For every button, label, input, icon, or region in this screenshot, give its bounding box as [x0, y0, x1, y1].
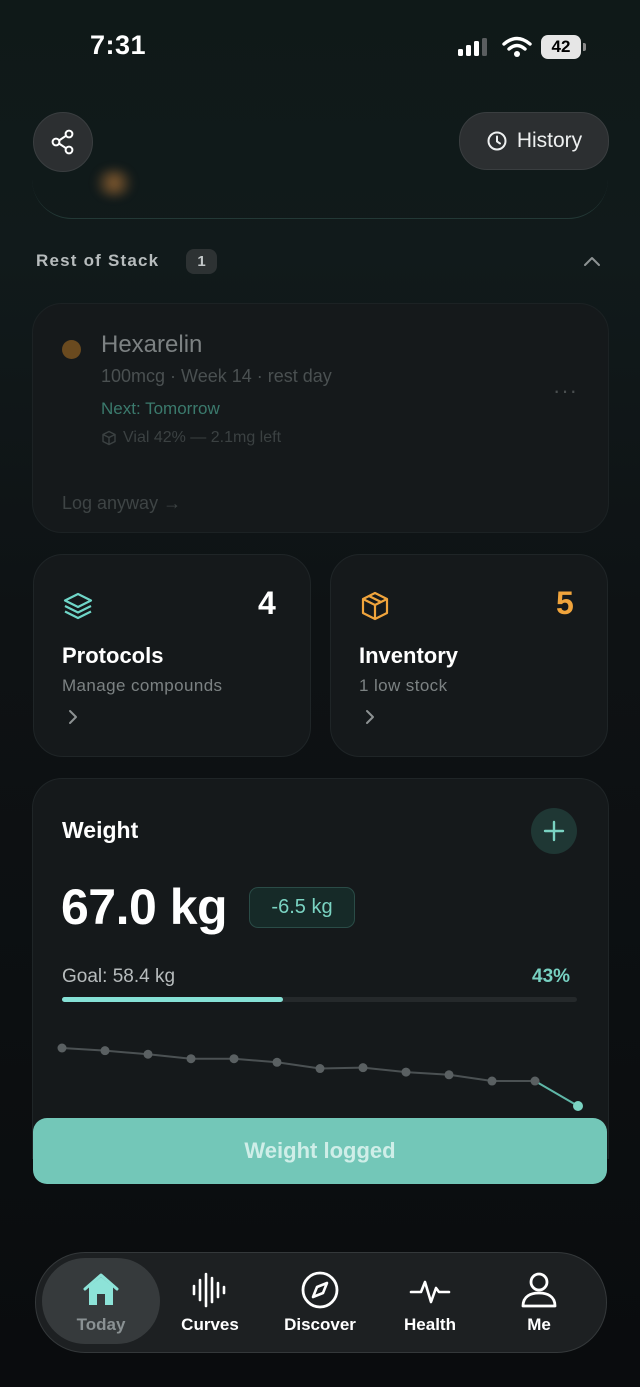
compass-icon	[301, 1271, 339, 1309]
add-weight-button[interactable]	[531, 808, 577, 854]
more-options-button[interactable]: ···	[553, 378, 578, 404]
sparkline-segment	[405, 1071, 450, 1076]
sparkline-point	[57, 1043, 67, 1053]
sparkline-point	[229, 1054, 239, 1064]
tab-label: Health	[404, 1315, 456, 1334]
package-icon	[361, 591, 389, 621]
share-icon	[51, 129, 74, 155]
next-dose: Next: Tomorrow	[101, 399, 220, 418]
tab-label: Today	[76, 1315, 126, 1334]
weight-title: Weight	[62, 817, 139, 843]
inventory-count: 5	[556, 585, 574, 621]
tab-label: Me	[527, 1315, 551, 1334]
protocols-title: Protocols	[62, 643, 164, 668]
vial-text: Vial 42% — 2.1mg left	[123, 429, 282, 446]
sparkline-segment	[362, 1066, 407, 1074]
compound-details: 100mcg · Week 14 · rest day	[101, 366, 332, 386]
weight-delta-badge: -6.5 kg	[249, 887, 355, 928]
chevron-right-icon	[366, 710, 374, 724]
sparkline-segment	[276, 1061, 321, 1070]
tab-curves[interactable]: Curves	[151, 1258, 269, 1344]
history-button[interactable]: History	[459, 112, 609, 170]
rest-of-stack-title: Rest of Stack	[36, 251, 160, 270]
weight-logged-button[interactable]: Weight logged	[33, 1118, 607, 1184]
sparkline-point	[315, 1064, 325, 1074]
sparkline-point	[401, 1067, 411, 1077]
wifi-icon	[502, 36, 532, 57]
share-button[interactable]	[33, 112, 93, 172]
protocols-count: 4	[258, 585, 276, 621]
sparkline-point	[143, 1049, 153, 1059]
sparkline-segment	[147, 1053, 192, 1060]
battery-indicator: 42	[541, 35, 581, 59]
chevron-up-icon[interactable]	[582, 252, 602, 272]
sparkline-point	[444, 1070, 454, 1080]
tab-today[interactable]: Today	[42, 1258, 160, 1344]
tab-me[interactable]: Me	[480, 1258, 598, 1344]
status-time: 7:31	[90, 30, 147, 60]
battery-nub	[583, 43, 586, 51]
sparkline-point	[530, 1076, 540, 1086]
tab-label: Discover	[284, 1315, 356, 1334]
inventory-subtitle: 1 low stock	[359, 676, 448, 695]
sparkline-segment	[319, 1066, 364, 1070]
sparkline-segment	[104, 1049, 149, 1056]
vial-status: Vial 42% — 2.1mg left	[101, 429, 281, 447]
waveform-icon	[192, 1272, 226, 1308]
tab-health[interactable]: Health	[371, 1258, 489, 1344]
goal-progress-fill	[62, 997, 284, 1002]
sparkline-point	[272, 1057, 282, 1067]
clock-icon	[487, 131, 507, 151]
cellular-signal-icon	[458, 38, 487, 56]
blurred-glow	[92, 168, 136, 198]
goal-progress-percent: 43%	[532, 966, 571, 987]
status-dot	[62, 340, 81, 359]
protocols-subtitle: Manage compounds	[62, 676, 223, 695]
person-icon	[521, 1272, 557, 1308]
box-icon	[102, 430, 116, 446]
chevron-right-icon	[69, 710, 77, 724]
sparkline-point	[358, 1063, 368, 1073]
sparkline-point	[186, 1054, 196, 1064]
sparkline-point	[100, 1046, 110, 1056]
weight-sparkline	[57, 1043, 583, 1111]
weight-goal: Goal: 58.4 kg	[62, 966, 176, 987]
heartbeat-icon	[409, 1280, 451, 1304]
sparkline-segment	[534, 1080, 579, 1107]
tab-label: Curves	[181, 1315, 239, 1334]
log-anyway-link[interactable]: Log anyway →	[62, 493, 181, 514]
rest-of-stack-count-badge: 1	[186, 249, 217, 274]
sparkline-segment	[61, 1047, 106, 1052]
home-icon	[83, 1273, 119, 1305]
tab-discover[interactable]: Discover	[261, 1258, 379, 1344]
sparkline-point	[573, 1101, 583, 1111]
history-label: History	[516, 129, 583, 152]
compound-name: Hexarelin	[101, 331, 203, 358]
inventory-title: Inventory	[359, 643, 459, 668]
current-weight: 67.0 kg	[61, 879, 228, 935]
sparkline-segment	[233, 1057, 278, 1064]
sparkline-point	[487, 1076, 497, 1086]
plus-icon	[543, 820, 565, 842]
layers-icon	[63, 592, 93, 620]
sparkline-segment	[448, 1073, 493, 1083]
